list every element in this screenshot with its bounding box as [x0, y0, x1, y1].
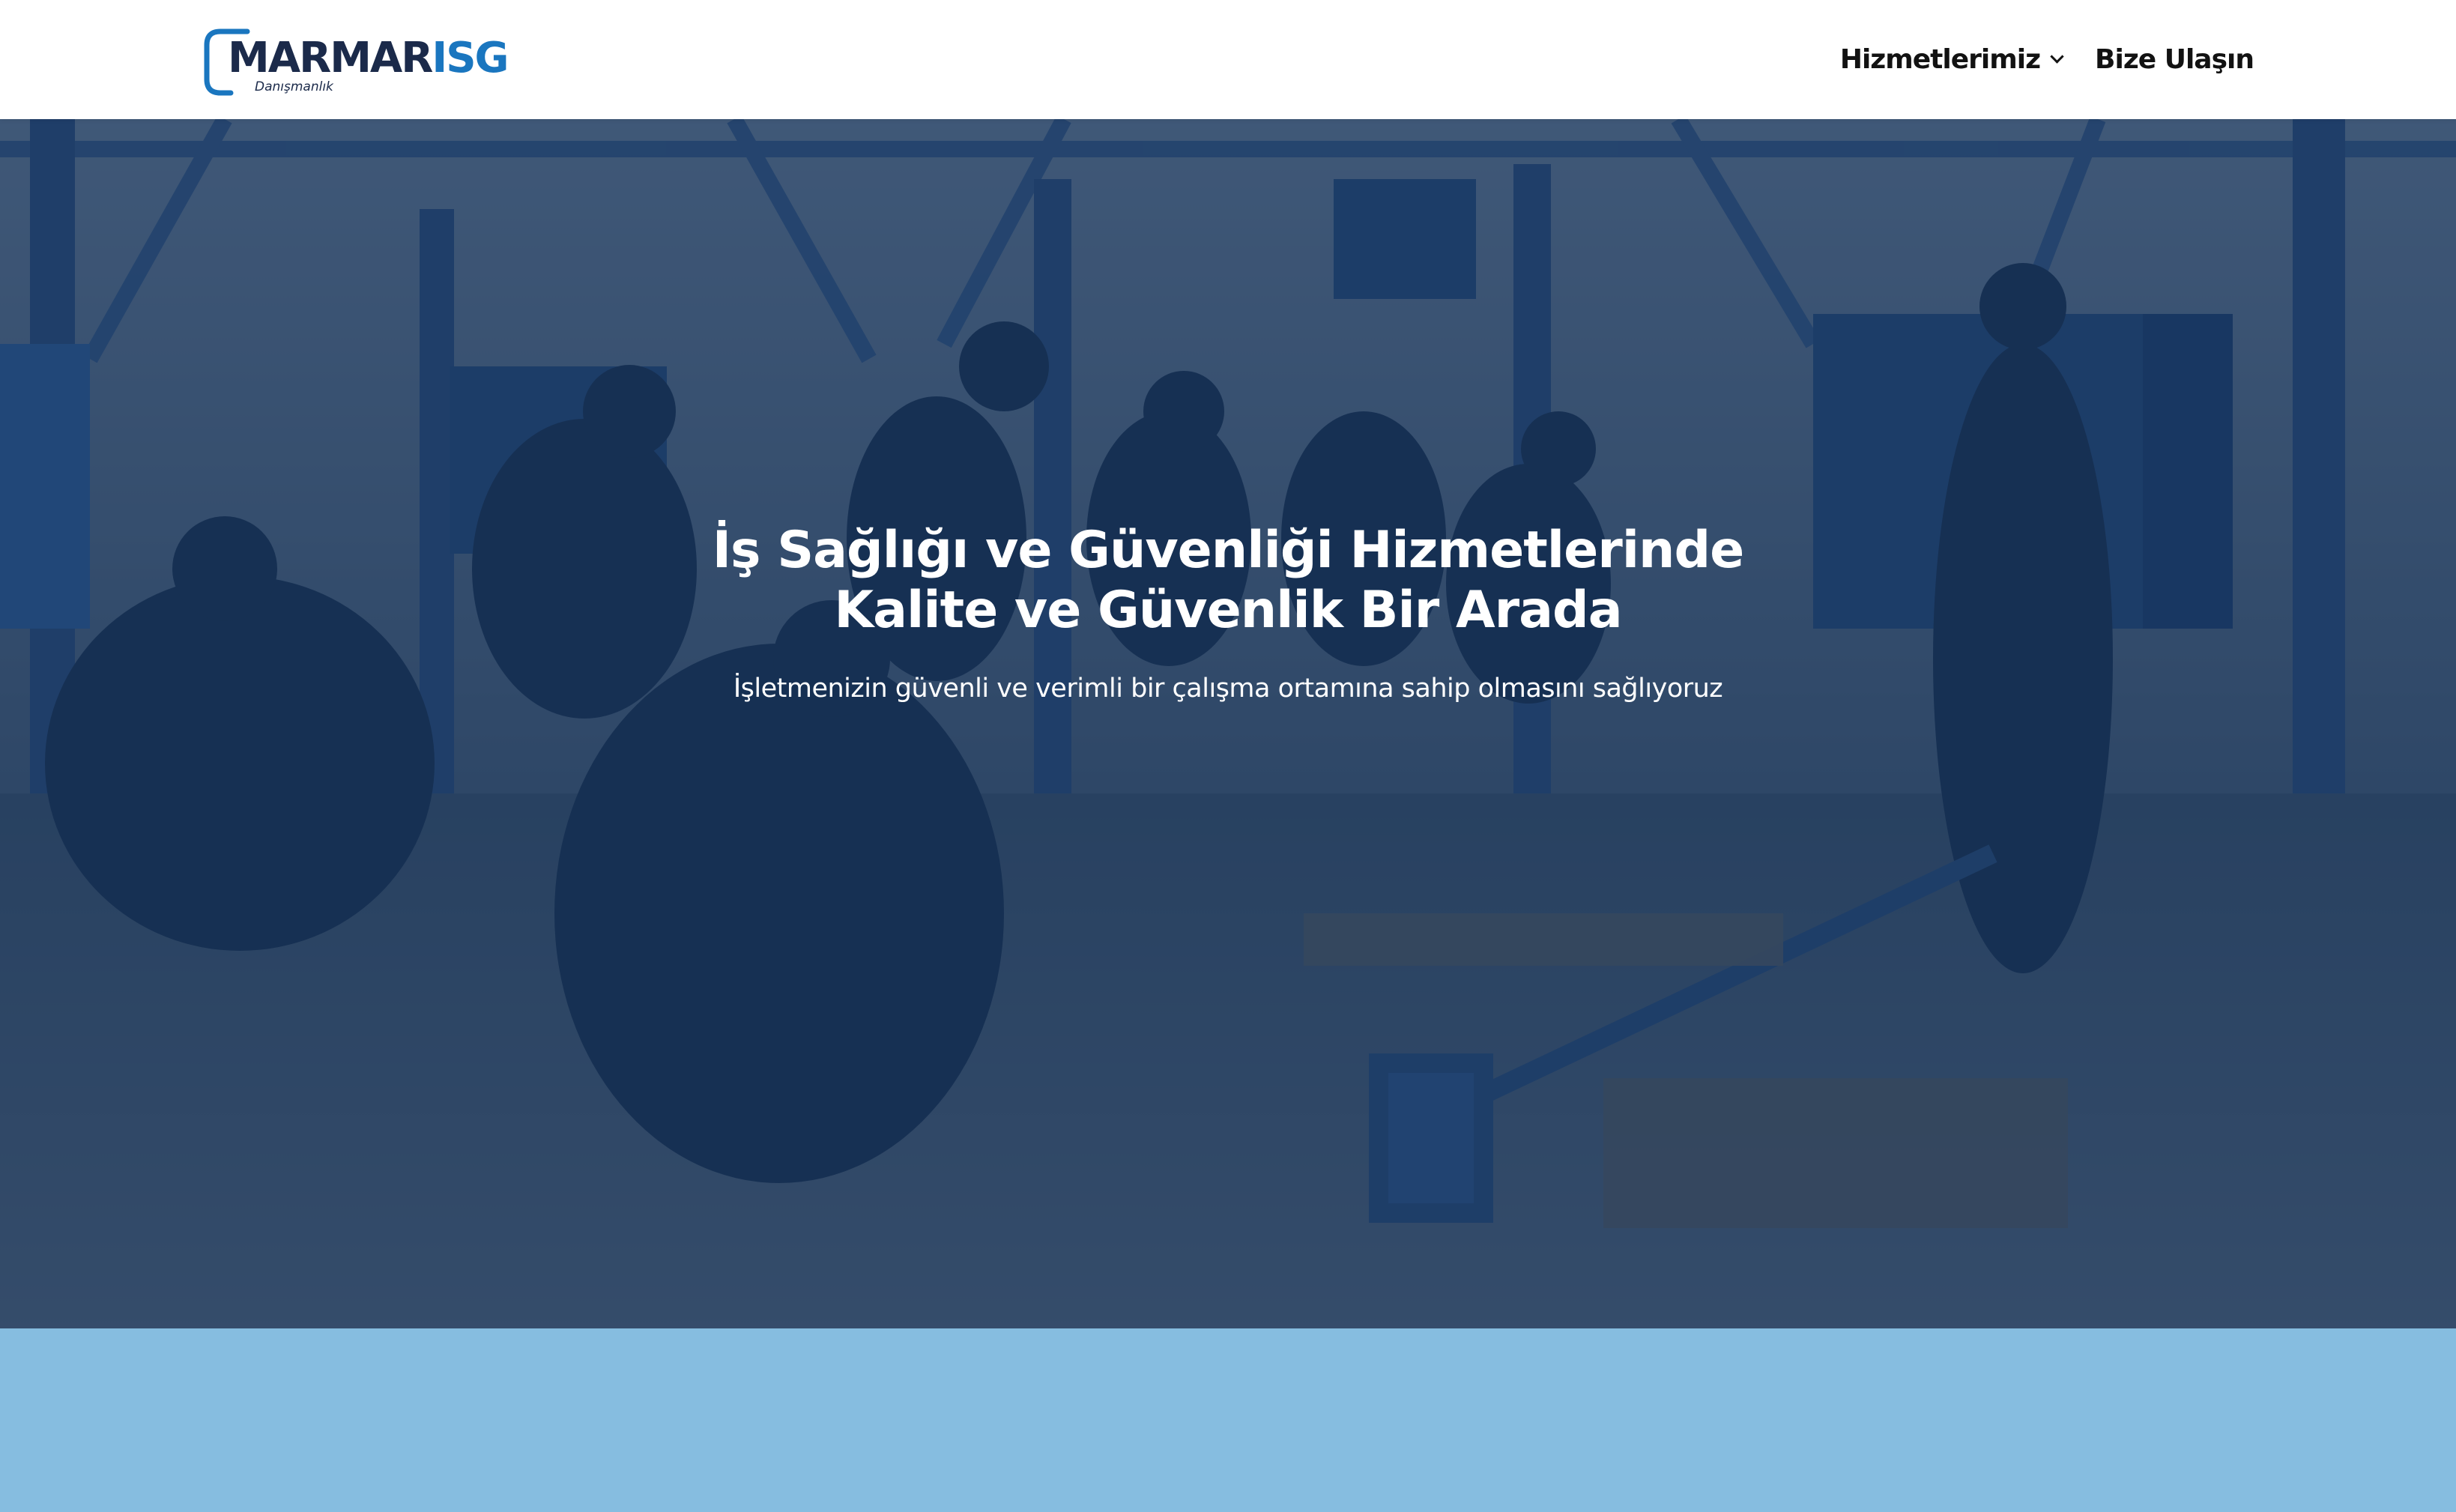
logo-tagline: Danışmanlık — [255, 79, 333, 94]
nav-item-services[interactable]: Hizmetlerimiz — [1839, 43, 2064, 75]
main-nav: Hizmetlerimiz Bize Ulaşın — [1840, 39, 2254, 79]
hero-subtitle: İşletmenizin güvenli ve verimli bir çalı… — [733, 674, 1723, 704]
site-header: MARMARISG Danışmanlık Hizmetlerimiz Bize… — [0, 0, 2456, 119]
logo-accent-text: ISG — [432, 34, 509, 82]
hero-overlay — [0, 119, 2456, 1328]
chevron-down-icon — [2050, 49, 2064, 64]
hero-title: İş Sağlığı ve Güvenliği Hizmetlerinde Ka… — [0, 521, 2456, 641]
nav-item-contact[interactable]: Bize Ulaşın — [2095, 44, 2254, 75]
hero-title-line-2: Kalite ve Güvenlik Bir Arada — [834, 581, 1622, 640]
hero-content: İş Sağlığı ve Güvenliği Hizmetlerinde Ka… — [0, 521, 2456, 705]
next-section-band — [0, 1328, 2456, 1512]
brand-logo[interactable]: MARMARISG Danışmanlık — [201, 21, 509, 99]
hero-section: İş Sağlığı ve Güvenliği Hizmetlerinde Ka… — [0, 119, 2456, 1328]
logo-wordmark: MARMARISG — [228, 34, 509, 82]
hero-title-line-1: İş Sağlığı ve Güvenliği Hizmetlerinde — [712, 521, 1745, 580]
logo-main-text: MARMAR — [228, 34, 433, 82]
nav-item-services-label: Hizmetlerimiz — [1839, 43, 2041, 75]
nav-item-contact-label: Bize Ulaşın — [2095, 43, 2254, 75]
